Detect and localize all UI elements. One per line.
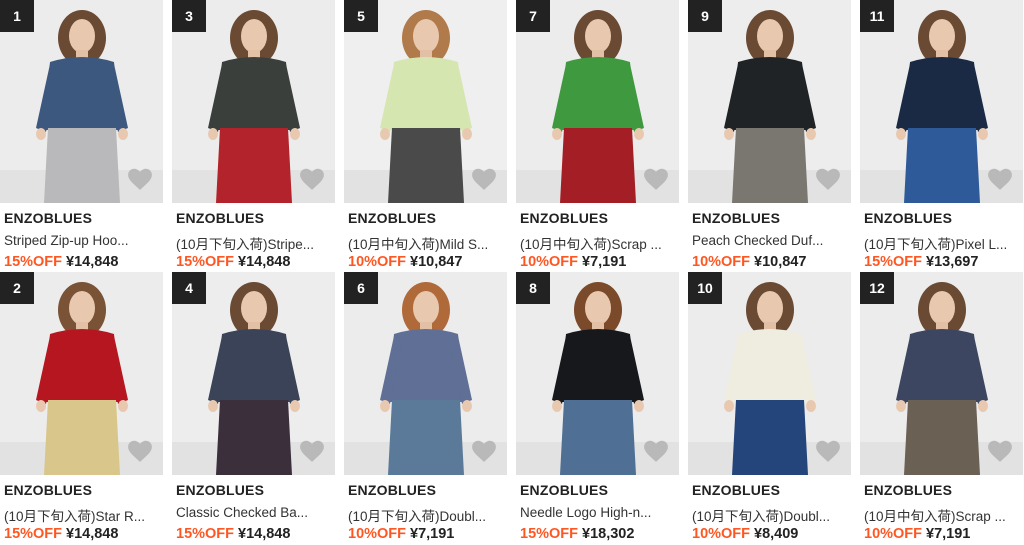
rank-badge: 8 [516, 272, 550, 304]
discount-label: 15%OFF [176, 254, 235, 270]
product-brand: ENZOBLUES [864, 210, 953, 226]
discount-label: 15%OFF [864, 254, 923, 270]
product-brand: ENZOBLUES [4, 482, 93, 498]
price-row: 15%OFF ¥18,302 [520, 526, 634, 542]
product-title[interactable]: Needle Logo High-n... [520, 505, 670, 520]
heart-icon[interactable] [127, 167, 153, 191]
rank-badge: 2 [0, 272, 34, 304]
heart-icon[interactable] [299, 439, 325, 463]
price-label: ¥10,847 [410, 254, 463, 270]
rank-badge: 12 [860, 272, 894, 304]
rank-badge: 3 [172, 0, 206, 32]
product-title[interactable]: (10月下旬入荷)Doubl... [692, 505, 842, 525]
discount-label: 10%OFF [348, 254, 407, 270]
price-label: ¥7,191 [410, 526, 455, 542]
price-row: 10%OFF ¥10,847 [348, 254, 462, 270]
product-card[interactable]: 6 ENZOBLUES (10月下旬入荷)Doubl... 10%OFF ¥7,191 [344, 272, 507, 544]
rank-badge: 4 [172, 272, 206, 304]
price-row: 15%OFF ¥14,848 [176, 254, 290, 270]
discount-label: 15%OFF [4, 526, 63, 542]
heart-icon[interactable] [471, 439, 497, 463]
product-card[interactable]: 3 ENZOBLUES (10月下旬入荷)Stripe... 15%OFF ¥14,84… [172, 0, 335, 272]
rank-badge: 11 [860, 0, 894, 32]
price-row: 10%OFF ¥7,191 [520, 254, 626, 270]
rank-badge: 1 [0, 0, 34, 32]
rank-badge: 9 [688, 0, 722, 32]
heart-icon[interactable] [815, 167, 841, 191]
product-brand: ENZOBLUES [348, 482, 437, 498]
discount-label: 15%OFF [520, 526, 579, 542]
price-row: 15%OFF ¥13,697 [864, 254, 978, 270]
product-title[interactable]: (10月下旬入荷)Pixel L... [864, 233, 1014, 253]
discount-label: 10%OFF [692, 254, 751, 270]
discount-label: 10%OFF [348, 526, 407, 542]
product-brand: ENZOBLUES [4, 210, 93, 226]
product-card[interactable]: 12 ENZOBLUES (10月中旬入荷)Scrap ... 10%OFF ¥7,19… [860, 272, 1023, 544]
product-card[interactable]: 4 ENZOBLUES Classic Checked Ba... 15%OFF ¥14… [172, 272, 335, 544]
product-card[interactable]: 7 ENZOBLUES (10月中旬入荷)Scrap ... 10%OFF ¥7,191 [516, 0, 679, 272]
rank-badge: 10 [688, 272, 722, 304]
price-row: 10%OFF ¥7,191 [864, 526, 970, 542]
product-title[interactable]: (10月中旬入荷)Mild S... [348, 233, 498, 253]
product-card[interactable]: 9 ENZOBLUES Peach Checked Duf... 10%OFF ¥10,… [688, 0, 851, 272]
product-card[interactable]: 8 ENZOBLUES Needle Logo High-n... 15%OFF ¥18… [516, 272, 679, 544]
heart-icon[interactable] [987, 167, 1013, 191]
rank-badge: 6 [344, 272, 378, 304]
product-title[interactable]: Peach Checked Duf... [692, 233, 842, 248]
product-brand: ENZOBLUES [520, 482, 609, 498]
price-label: ¥14,848 [66, 526, 119, 542]
product-card[interactable]: 2 ENZOBLUES (10月下旬入荷)Star R... 15%OFF ¥14,84… [0, 272, 163, 544]
product-title[interactable]: Classic Checked Ba... [176, 505, 326, 520]
product-card[interactable]: 11 ENZOBLUES (10月下旬入荷)Pixel L... 15%OFF ¥13,… [860, 0, 1023, 272]
product-title[interactable]: (10月中旬入荷)Scrap ... [864, 505, 1014, 525]
price-row: 15%OFF ¥14,848 [176, 526, 290, 542]
product-card[interactable]: 1 ENZOBLUES Striped Zip-up Hoo... 15%OFF ¥14… [0, 0, 163, 272]
discount-label: 10%OFF [520, 254, 579, 270]
price-row: 10%OFF ¥10,847 [692, 254, 806, 270]
price-label: ¥18,302 [582, 526, 635, 542]
product-grid: 1 ENZOBLUES Striped Zip-up Hoo... 15%OFF ¥14… [0, 0, 1024, 545]
rank-badge: 5 [344, 0, 378, 32]
product-title[interactable]: (10月下旬入荷)Stripe... [176, 233, 326, 253]
product-brand: ENZOBLUES [176, 482, 265, 498]
price-row: 10%OFF ¥7,191 [348, 526, 454, 542]
product-card[interactable]: 5 ENZOBLUES (10月中旬入荷)Mild S... 10%OFF ¥10,84… [344, 0, 507, 272]
product-brand: ENZOBLUES [692, 210, 781, 226]
price-label: ¥8,409 [754, 526, 799, 542]
product-title[interactable]: (10月下旬入荷)Star R... [4, 505, 154, 525]
price-label: ¥14,848 [238, 526, 291, 542]
price-label: ¥10,847 [754, 254, 807, 270]
product-brand: ENZOBLUES [176, 210, 265, 226]
heart-icon[interactable] [471, 167, 497, 191]
price-row: 10%OFF ¥8,409 [692, 526, 798, 542]
heart-icon[interactable] [815, 439, 841, 463]
heart-icon[interactable] [643, 167, 669, 191]
product-brand: ENZOBLUES [348, 210, 437, 226]
product-brand: ENZOBLUES [864, 482, 953, 498]
discount-label: 10%OFF [692, 526, 751, 542]
heart-icon[interactable] [643, 439, 669, 463]
product-brand: ENZOBLUES [520, 210, 609, 226]
product-card[interactable]: 10 ENZOBLUES (10月下旬入荷)Doubl... 10%OFF ¥8,409 [688, 272, 851, 544]
heart-icon[interactable] [299, 167, 325, 191]
price-label: ¥14,848 [66, 254, 119, 270]
discount-label: 10%OFF [864, 526, 923, 542]
product-title[interactable]: (10月下旬入荷)Doubl... [348, 505, 498, 525]
discount-label: 15%OFF [4, 254, 63, 270]
product-title[interactable]: Striped Zip-up Hoo... [4, 233, 154, 248]
discount-label: 15%OFF [176, 526, 235, 542]
product-title[interactable]: (10月中旬入荷)Scrap ... [520, 233, 670, 253]
price-label: ¥7,191 [926, 526, 971, 542]
price-row: 15%OFF ¥14,848 [4, 526, 118, 542]
price-label: ¥7,191 [582, 254, 627, 270]
product-brand: ENZOBLUES [692, 482, 781, 498]
price-label: ¥14,848 [238, 254, 291, 270]
price-row: 15%OFF ¥14,848 [4, 254, 118, 270]
heart-icon[interactable] [127, 439, 153, 463]
price-label: ¥13,697 [926, 254, 979, 270]
rank-badge: 7 [516, 0, 550, 32]
heart-icon[interactable] [987, 439, 1013, 463]
